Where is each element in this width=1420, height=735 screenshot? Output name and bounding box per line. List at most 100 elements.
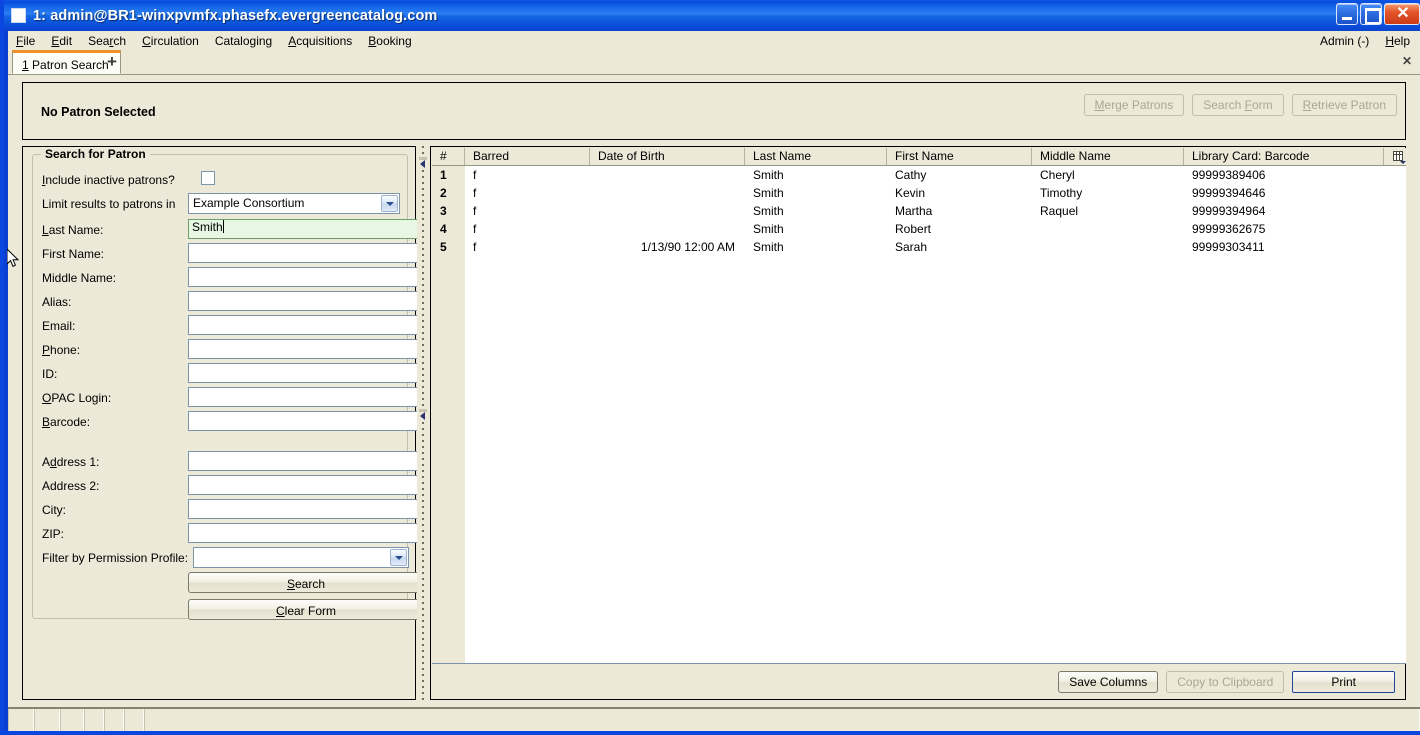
id-field[interactable] [188, 363, 424, 383]
search-button[interactable]: Search [188, 572, 424, 593]
menu-acquisitions[interactable]: Acquisitions [280, 33, 360, 49]
last-name-label: Last Name: [42, 223, 104, 237]
status-cell [60, 709, 84, 731]
cell-barcode: 99999394646 [1192, 186, 1266, 200]
city-field[interactable] [188, 499, 424, 519]
phone-field[interactable] [188, 339, 424, 359]
menu-edit[interactable]: Edit [43, 33, 80, 49]
results-footer-actions: Save Columns Copy to Clipboard Print [431, 664, 1405, 699]
splitter-grip [422, 146, 424, 700]
barcode-label: Barcode: [42, 415, 91, 429]
column-date-of-birth[interactable]: Date of Birth [590, 148, 745, 165]
search-for-patron-groupbox: Search for Patron Include inactive patro… [32, 147, 424, 620]
menu-booking[interactable]: Booking [360, 33, 419, 49]
menu-admin[interactable]: Admin (-) [1312, 33, 1377, 49]
status-cell [8, 709, 34, 731]
maximize-button[interactable] [1360, 3, 1382, 25]
cell-last-name: Smith [753, 204, 784, 218]
print-button[interactable]: Print [1292, 670, 1395, 693]
new-tab-button[interactable]: + [107, 53, 117, 70]
include-inactive-label: Include inactive patrons? [42, 173, 175, 187]
cell-barcode: 99999394964 [1192, 204, 1266, 218]
cell-row-number: 3 [432, 202, 465, 220]
tab-patron-search[interactable]: 1 Patron Search [12, 50, 121, 74]
column-row-number[interactable]: # [432, 148, 465, 165]
row-barcode: Barcode: [33, 411, 424, 435]
minimize-button[interactable] [1336, 3, 1358, 25]
cell-date-of-birth [590, 184, 745, 202]
chevron-down-icon[interactable] [390, 549, 407, 566]
menu-search[interactable]: Search [80, 33, 134, 49]
alias-label: Alias: [42, 295, 72, 309]
menu-circulation[interactable]: Circulation [134, 33, 207, 49]
menu-file[interactable]: File [8, 33, 43, 49]
address-2-field[interactable] [188, 475, 424, 495]
table-row[interactable]: 2 f Smith Kevin Timothy 99999394646 [432, 184, 1406, 202]
row-opac-login: OPAC Login: [33, 387, 424, 411]
table-row[interactable]: 1 f Smith Cathy Cheryl 99999389406 [432, 166, 1406, 184]
row-address-2: Address 2: [33, 475, 424, 499]
table-row[interactable]: 3 f Smith Martha Raquel 99999394964 [432, 202, 1406, 220]
phone-label: Phone: [42, 343, 81, 357]
limit-results-select[interactable]: Example Consortium [188, 193, 400, 214]
retrieve-patron-button[interactable]: Retrieve Patron [1291, 94, 1397, 116]
merge-patrons-button[interactable]: Merge Patrons [1083, 94, 1185, 116]
row-permission-profile: Filter by Permission Profile: [33, 547, 409, 571]
menu-help[interactable]: Help [1377, 33, 1418, 49]
cell-first-name: Cathy [895, 168, 927, 182]
tab-strip: 1 Patron Search + ✕ [8, 50, 1420, 75]
last-name-field[interactable]: Smith [188, 219, 424, 239]
middle-name-field[interactable] [188, 267, 424, 287]
cell-row-number: 1 [432, 166, 465, 184]
save-columns-button[interactable]: Save Columns [1058, 670, 1159, 693]
row-last-name: Last Name: Smith [33, 219, 424, 243]
zip-label: ZIP: [42, 527, 65, 541]
zip-field[interactable] [188, 523, 424, 543]
column-picker-icon[interactable] [1384, 148, 1406, 165]
text-caret [222, 220, 224, 233]
title-bar: 1: admin@BR1-winxpvmfx.phasefx.evergreen… [4, 0, 1420, 31]
email-field[interactable] [188, 315, 424, 335]
cell-barred: f [473, 222, 477, 236]
column-first-name[interactable]: First Name [887, 148, 1032, 165]
address-1-field[interactable] [188, 451, 424, 471]
status-bar [8, 707, 1420, 731]
menu-cataloging[interactable]: Cataloging [207, 33, 280, 49]
table-row[interactable]: 4 f Smith Robert 99999362675 [432, 220, 1406, 238]
copy-to-clipboard-button[interactable]: Copy to Clipboard [1166, 670, 1285, 693]
cell-first-name: Robert [895, 222, 932, 236]
patron-results-table: # Barred Date of Birth Last Name First N… [432, 148, 1406, 664]
search-panel: Search for Patron Include inactive patro… [22, 146, 424, 700]
barcode-field[interactable] [188, 411, 424, 431]
cell-first-name: Martha [895, 204, 933, 218]
permission-profile-label: Filter by Permission Profile: [42, 551, 189, 565]
clear-form-button[interactable]: Clear Form [188, 599, 424, 620]
last-name-value: Smith [192, 220, 223, 234]
column-library-card-barcode[interactable]: Library Card: Barcode [1184, 148, 1384, 165]
cell-barcode: 99999303411 [1192, 240, 1265, 254]
panel-splitter[interactable] [417, 146, 429, 700]
column-last-name[interactable]: Last Name [745, 148, 887, 165]
permission-profile-select[interactable] [193, 547, 409, 568]
row-email: Email: [33, 315, 424, 339]
opac-login-field[interactable] [188, 387, 424, 407]
cell-last-name: Smith [753, 168, 784, 182]
search-form-button[interactable]: Search Form [1192, 94, 1284, 116]
splitter-collapse-top-icon[interactable] [419, 157, 427, 168]
splitter-collapse-bottom-icon[interactable] [419, 409, 427, 420]
column-barred[interactable]: Barred [465, 148, 590, 165]
table-row[interactable]: 5 f 1/13/90 12:00 AM Smith Sarah 9999930… [432, 238, 1406, 256]
include-inactive-checkbox[interactable] [201, 171, 215, 185]
column-middle-name[interactable]: Middle Name [1032, 148, 1184, 165]
cell-barcode: 99999389406 [1192, 168, 1266, 182]
first-name-field[interactable] [188, 243, 424, 263]
close-tab-icon[interactable]: ✕ [1402, 54, 1412, 68]
alias-field[interactable] [188, 291, 424, 311]
window-title: 1: admin@BR1-winxpvmfx.phasefx.evergreen… [33, 7, 438, 24]
cell-barcode: 99999362675 [1192, 222, 1266, 236]
chevron-down-icon[interactable] [381, 195, 398, 212]
status-cell [104, 709, 124, 731]
close-button[interactable] [1384, 3, 1420, 25]
limit-results-value: Example Consortium [193, 196, 305, 210]
cell-date-of-birth [590, 220, 745, 238]
